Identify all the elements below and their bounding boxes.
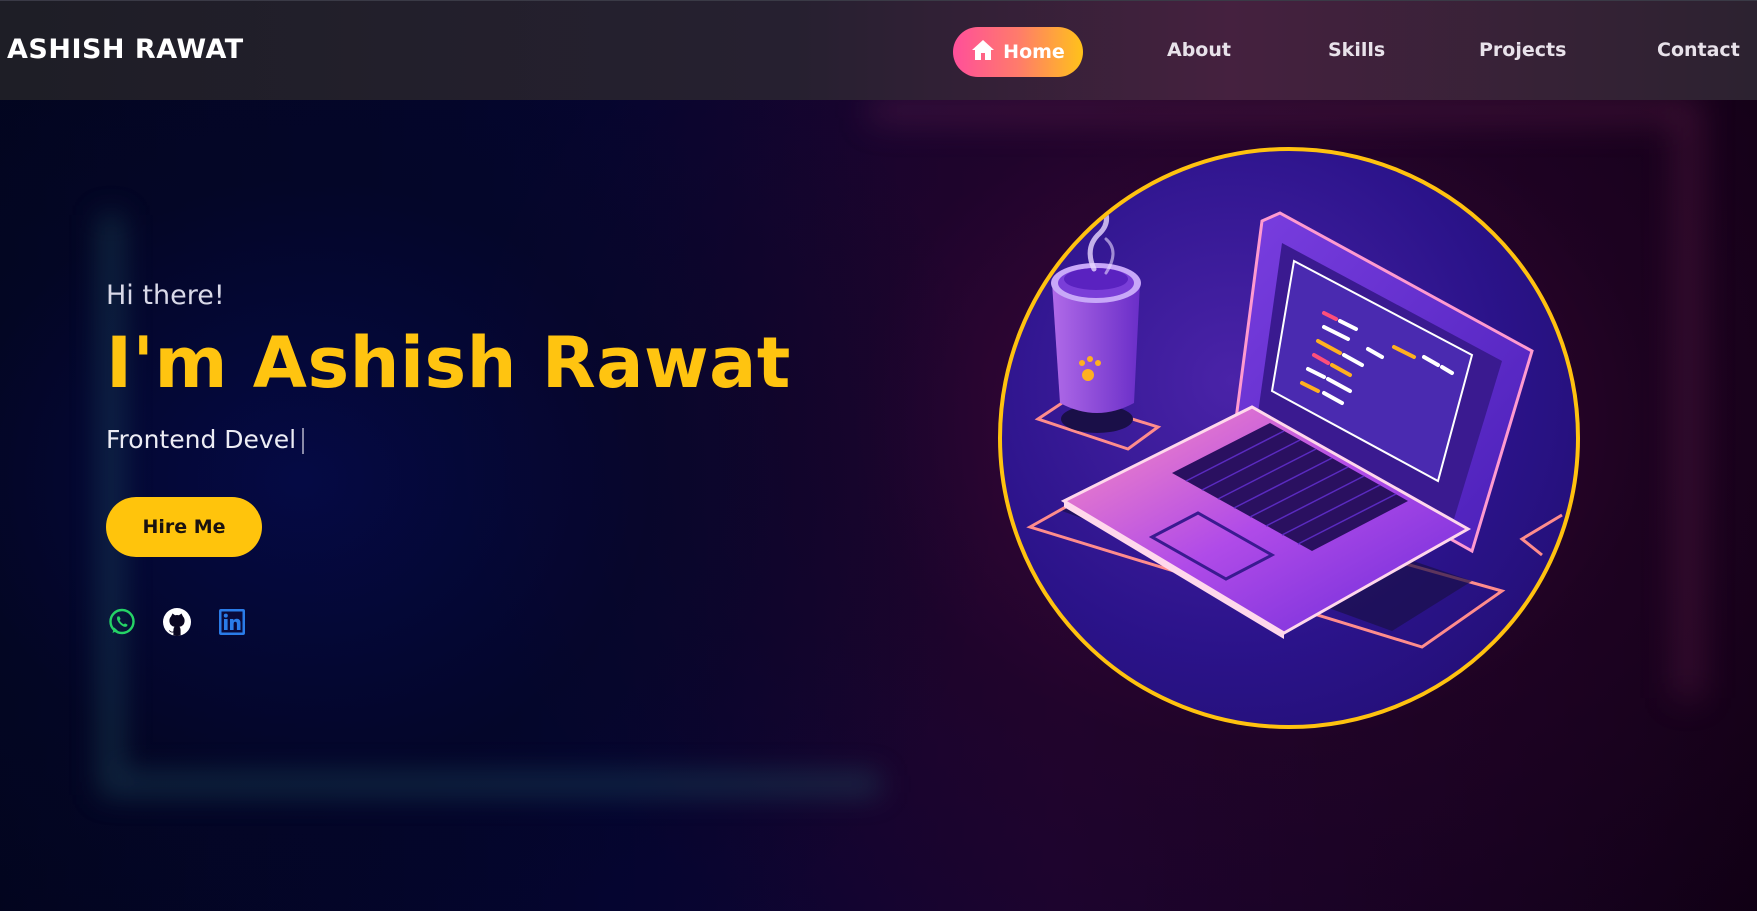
hero-role: Frontend Devel [106, 425, 305, 454]
nav-skills[interactable]: Skills [1328, 39, 1385, 61]
navbar: ASHISH RAWAT Home About Skills Projects … [0, 0, 1757, 100]
nav-projects[interactable]: Projects [1479, 39, 1566, 61]
nav-about[interactable]: About [1167, 39, 1231, 61]
hire-me-button[interactable]: Hire Me [106, 497, 262, 557]
hero-name: I'm Ashish Rawat [106, 322, 791, 404]
hero-role-text: Frontend Devel [106, 425, 297, 454]
whatsapp-icon[interactable] [107, 607, 137, 637]
brand-logo[interactable]: ASHISH RAWAT [7, 34, 244, 65]
nav-home[interactable]: Home [953, 27, 1083, 77]
hero-laptop-illustration [998, 147, 1580, 729]
home-icon [971, 39, 995, 66]
nav-contact[interactable]: Contact [1657, 39, 1740, 61]
github-icon[interactable] [162, 607, 192, 637]
nav-home-label: Home [1003, 41, 1065, 63]
typing-cursor [302, 428, 305, 454]
hero-greeting: Hi there! [106, 280, 225, 311]
page: ASHISH RAWAT Home About Skills Projects … [0, 0, 1757, 911]
linkedin-icon[interactable] [217, 607, 247, 637]
